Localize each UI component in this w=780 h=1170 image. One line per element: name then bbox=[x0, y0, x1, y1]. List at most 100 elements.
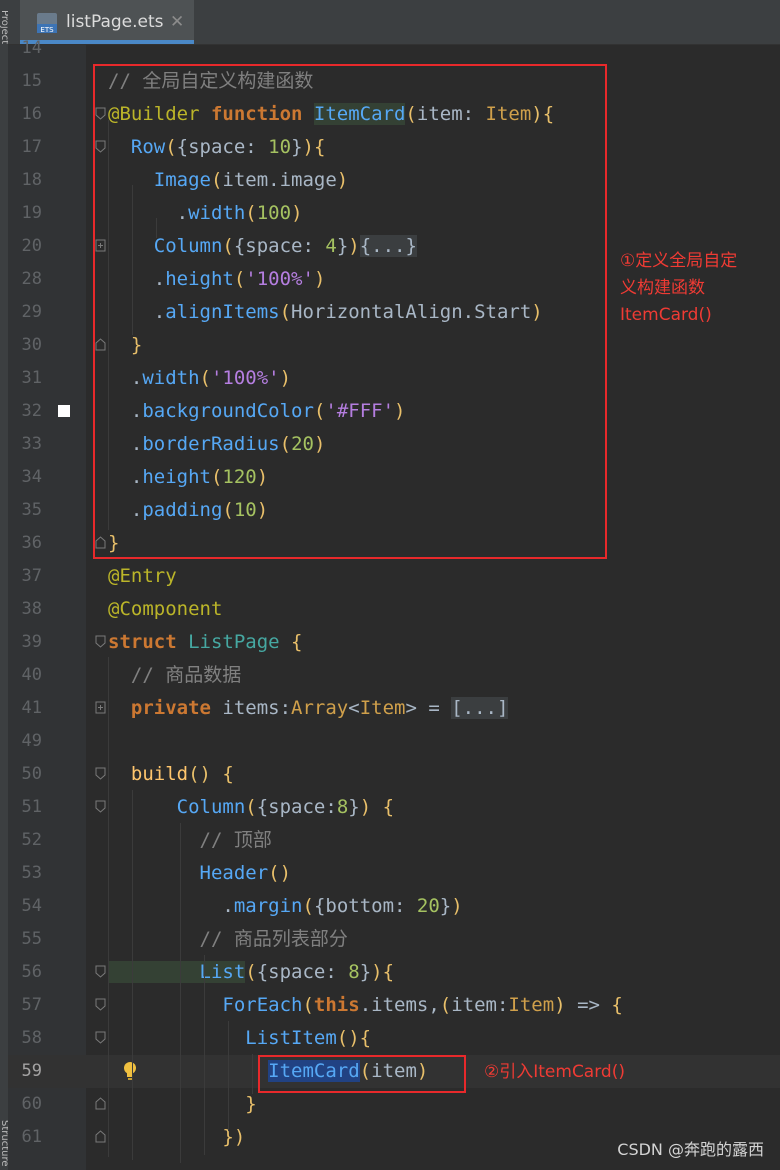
line-number[interactable]: 34 bbox=[8, 467, 42, 487]
code-line-14[interactable]: 14 bbox=[8, 32, 780, 65]
line-number[interactable]: 59 bbox=[8, 1061, 42, 1081]
code-line-60[interactable]: 60 } bbox=[8, 1088, 780, 1121]
code-line-50[interactable]: 50 build() { bbox=[8, 758, 780, 791]
code-text[interactable]: .margin({bottom: 20}) bbox=[108, 896, 462, 916]
fold-collapse-icon[interactable] bbox=[95, 1031, 106, 1044]
code-text[interactable]: private items:Array<Item> = [...] bbox=[108, 697, 509, 719]
code-line-41[interactable]: 41 private items:Array<Item> = [...] bbox=[8, 692, 780, 725]
code-line-55[interactable]: 55 // 商品列表部分 bbox=[8, 923, 780, 956]
fold-collapse-icon[interactable] bbox=[95, 536, 106, 549]
fold-collapse-icon[interactable] bbox=[95, 767, 106, 780]
code-text[interactable]: .height(120) bbox=[108, 467, 268, 487]
line-number[interactable]: 31 bbox=[8, 368, 42, 388]
code-text[interactable]: struct ListPage { bbox=[108, 632, 302, 652]
code-line-15[interactable]: 15 // 全局自定义构建函数 bbox=[8, 65, 780, 98]
code-text[interactable]: // 商品列表部分 bbox=[108, 929, 348, 949]
code-line-53[interactable]: 53 Header() bbox=[8, 857, 780, 890]
code-text[interactable]: } bbox=[108, 533, 119, 553]
line-number[interactable]: 19 bbox=[8, 203, 42, 223]
code-editor[interactable]: 14 15 // 全局自定义构建函数 16 @Builder function Item… bbox=[8, 38, 780, 1170]
line-number[interactable]: 57 bbox=[8, 995, 42, 1015]
fold-expand-icon[interactable] bbox=[95, 701, 106, 714]
code-line-33[interactable]: 33 .borderRadius(20) bbox=[8, 428, 780, 461]
bookmark-marker-icon[interactable] bbox=[58, 405, 70, 417]
code-text[interactable]: .alignItems(HorizontalAlign.Start) bbox=[108, 302, 543, 322]
code-text[interactable]: List({space: 8}){ bbox=[108, 961, 394, 983]
line-number[interactable]: 50 bbox=[8, 764, 42, 784]
fold-collapse-icon[interactable] bbox=[95, 1130, 106, 1143]
code-line-34[interactable]: 34 .height(120) bbox=[8, 461, 780, 494]
line-number[interactable]: 49 bbox=[8, 731, 42, 751]
code-line-32[interactable]: 32 .backgroundColor('#FFF') bbox=[8, 395, 780, 428]
fold-collapse-icon[interactable] bbox=[95, 635, 106, 648]
line-number[interactable]: 36 bbox=[8, 533, 42, 553]
code-text[interactable]: .width(100) bbox=[108, 203, 303, 223]
code-text[interactable]: Header() bbox=[108, 863, 292, 883]
line-number[interactable]: 20 bbox=[8, 236, 42, 256]
fold-collapse-icon[interactable] bbox=[95, 998, 106, 1011]
code-line-57[interactable]: 57 ForEach(this.items,(item:Item) => { bbox=[8, 989, 780, 1022]
line-number[interactable]: 40 bbox=[8, 665, 42, 685]
code-line-59[interactable]: 59 ItemCard(item) bbox=[8, 1055, 780, 1088]
code-text[interactable]: // 商品数据 bbox=[108, 665, 241, 685]
line-number[interactable]: 61 bbox=[8, 1127, 42, 1147]
fold-collapse-icon[interactable] bbox=[95, 800, 106, 813]
code-text[interactable]: } bbox=[108, 1094, 256, 1114]
code-line-54[interactable]: 54 .margin({bottom: 20}) bbox=[8, 890, 780, 923]
line-number[interactable]: 28 bbox=[8, 269, 42, 289]
code-text[interactable]: // 全局自定义构建函数 bbox=[108, 71, 313, 91]
fold-collapse-icon[interactable] bbox=[95, 965, 106, 978]
line-number[interactable]: 54 bbox=[8, 896, 42, 916]
code-line-52[interactable]: 52 // 顶部 bbox=[8, 824, 780, 857]
fold-collapse-icon[interactable] bbox=[95, 140, 106, 153]
fold-collapse-icon[interactable] bbox=[95, 338, 106, 351]
code-line-31[interactable]: 31 .width('100%') bbox=[8, 362, 780, 395]
line-number[interactable]: 33 bbox=[8, 434, 42, 454]
code-line-39[interactable]: 39 struct ListPage { bbox=[8, 626, 780, 659]
line-number[interactable]: 15 bbox=[8, 71, 42, 91]
code-line-58[interactable]: 58 ListItem(){ bbox=[8, 1022, 780, 1055]
line-number[interactable]: 38 bbox=[8, 599, 42, 619]
line-number[interactable]: 17 bbox=[8, 137, 42, 157]
line-number[interactable]: 16 bbox=[8, 104, 42, 124]
code-text[interactable]: } bbox=[108, 335, 142, 355]
code-line-49[interactable]: 49 bbox=[8, 725, 780, 758]
line-number[interactable]: 60 bbox=[8, 1094, 42, 1114]
code-text[interactable]: ItemCard(item) bbox=[108, 1060, 428, 1082]
line-number[interactable]: 30 bbox=[8, 335, 42, 355]
code-text[interactable]: Row({space: 10}){ bbox=[108, 137, 326, 157]
project-tool-strip[interactable]: Project Structure bbox=[0, 0, 10, 1170]
code-text[interactable]: .width('100%') bbox=[108, 368, 291, 388]
code-line-35[interactable]: 35 .padding(10) bbox=[8, 494, 780, 527]
code-line-30[interactable]: 30 } bbox=[8, 329, 780, 362]
code-text[interactable]: @Entry bbox=[108, 566, 177, 586]
code-text[interactable]: @Component bbox=[108, 599, 222, 619]
code-text[interactable]: Column({space: 4}){...} bbox=[108, 235, 417, 257]
line-number[interactable]: 41 bbox=[8, 698, 42, 718]
code-text[interactable]: ForEach(this.items,(item:Item) => { bbox=[108, 995, 622, 1015]
code-text[interactable]: build() { bbox=[108, 764, 234, 784]
line-number[interactable]: 51 bbox=[8, 797, 42, 817]
code-line-19[interactable]: 19 .width(100) bbox=[8, 197, 780, 230]
line-number[interactable]: 53 bbox=[8, 863, 42, 883]
line-number[interactable]: 14 bbox=[8, 38, 42, 58]
line-number[interactable]: 56 bbox=[8, 962, 42, 982]
code-line-17[interactable]: 17 Row({space: 10}){ bbox=[8, 131, 780, 164]
line-number[interactable]: 29 bbox=[8, 302, 42, 322]
line-number[interactable]: 35 bbox=[8, 500, 42, 520]
code-text[interactable]: .backgroundColor('#FFF') bbox=[108, 401, 406, 421]
code-line-16[interactable]: 16 @Builder function ItemCard(item: Item)… bbox=[8, 98, 780, 131]
line-number[interactable]: 37 bbox=[8, 566, 42, 586]
code-text[interactable]: .height('100%') bbox=[108, 269, 326, 289]
line-number[interactable]: 58 bbox=[8, 1028, 42, 1048]
code-line-51[interactable]: 51 Column({space:8}) { bbox=[8, 791, 780, 824]
line-number[interactable]: 52 bbox=[8, 830, 42, 850]
code-text[interactable]: .padding(10) bbox=[108, 500, 268, 520]
line-number[interactable]: 32 bbox=[8, 401, 42, 421]
code-line-37[interactable]: 37 @Entry bbox=[8, 560, 780, 593]
code-line-18[interactable]: 18 Image(item.image) bbox=[8, 164, 780, 197]
code-text[interactable]: .borderRadius(20) bbox=[108, 434, 326, 454]
code-text[interactable]: @Builder function ItemCard(item: Item){ bbox=[108, 103, 554, 125]
code-text[interactable]: Column({space:8}) { bbox=[108, 797, 394, 817]
line-number[interactable]: 18 bbox=[8, 170, 42, 190]
